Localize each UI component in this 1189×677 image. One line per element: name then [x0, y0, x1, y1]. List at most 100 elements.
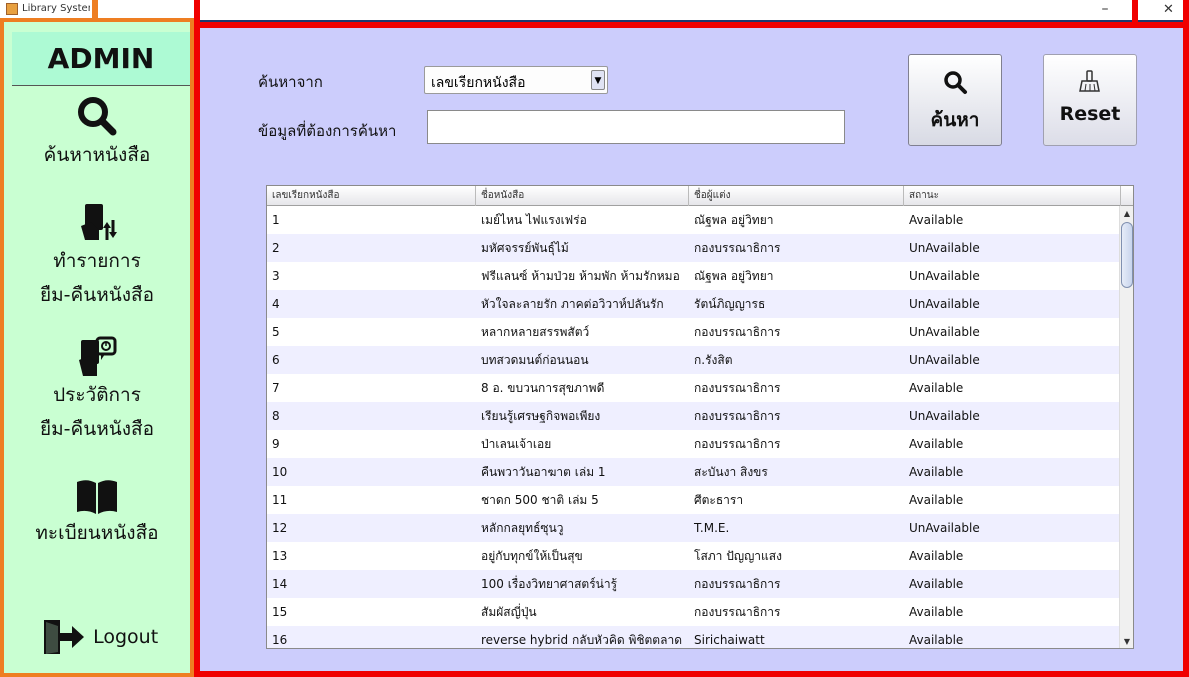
cell-status: Available: [909, 213, 964, 227]
cell-call-number: 1: [272, 213, 280, 227]
close-button[interactable]: ✕: [1148, 0, 1189, 20]
search-field-select[interactable]: เลขเรียกหนังสือ ▼: [424, 66, 608, 94]
table-row[interactable]: 2 มหัศจรรย์พันธุ์ไม้ กองบรรณาธิการ UnAvaila…: [267, 234, 1119, 262]
reset-button[interactable]: Reset: [1043, 54, 1137, 146]
column-header-call-number[interactable]: เลขเรียกหนังสือ: [267, 186, 476, 206]
table-row[interactable]: 5 หลากหลายสรรพสัตว์ กองบรรณาธิการ UnAvailab…: [267, 318, 1119, 346]
cell-title: สัมผัสญี่ปุ่น: [481, 605, 537, 619]
cell-author: สะบันงา สิงขร: [694, 465, 768, 479]
table-row[interactable]: 4 หัวใจละลายรัก ภาคต่อวิวาห์ปลันรัก รัตน์ภ…: [267, 290, 1119, 318]
sidebar-frame-stem: [92, 0, 98, 18]
cell-title: หลักกลยุทธ์ซุนวู: [481, 521, 564, 535]
sidebar-item-search-books[interactable]: ค้นหาหนังสือ: [8, 94, 186, 172]
cell-status: Available: [909, 549, 964, 563]
table-row[interactable]: 3 ฟรีแลนซ์ ห้ามป่วย ห้ามพัก ห้ามรักหมอ ณัฐ…: [267, 262, 1119, 290]
logout-label: Logout: [93, 626, 159, 648]
cell-author: กองบรรณาธิการ: [694, 577, 781, 591]
cell-call-number: 15: [272, 605, 288, 619]
table-row[interactable]: 1 เมย์ไหน ไฟแรงเฟร่อ ณัฐพล อยู่วิทยา Availa…: [267, 206, 1119, 234]
scroll-up-icon[interactable]: ▲: [1121, 208, 1133, 220]
table-row[interactable]: 16 reverse hybrid กลับหัวคิด พิชิตตลาด Sir…: [267, 626, 1119, 648]
cell-title: reverse hybrid กลับหัวคิด พิชิตตลาด: [481, 633, 682, 647]
cell-status: Available: [909, 493, 964, 507]
cell-call-number: 9: [272, 437, 280, 451]
table-row[interactable]: 13 อยู่กับทุกข์ให้เป็นสุข โสภา ปัญญาแสง Ava…: [267, 542, 1119, 570]
cell-title: อยู่กับทุกข์ให้เป็นสุข: [481, 549, 583, 563]
sidebar-item-label-line2: ยืม-คืนหนังสือ: [39, 418, 154, 440]
cell-author: ศีตะธารา: [694, 493, 744, 507]
cell-call-number: 11: [272, 493, 288, 507]
open-book-icon: [77, 480, 117, 514]
cell-title: เรียนรู้เศรษฐกิจพอเพียง: [481, 409, 601, 423]
minimize-button[interactable]: –: [1090, 0, 1120, 20]
content-panel: ค้นหาจาก เลขเรียกหนังสือ ▼ ข้อมูลที่ต้อง…: [200, 28, 1183, 671]
cell-author: กองบรรณาธิการ: [694, 241, 781, 255]
table-row[interactable]: 10 คืนพวาวันอาฆาต เล่ม 1 สะบันงา สิงขร Avai…: [267, 458, 1119, 486]
cell-call-number: 12: [272, 521, 288, 535]
table-body: 1 เมย์ไหน ไฟแรงเฟร่อ ณัฐพล อยู่วิทยา Availa…: [267, 206, 1119, 648]
scroll-thumb[interactable]: [1121, 222, 1133, 288]
broom-icon: [1079, 70, 1100, 92]
cell-call-number: 10: [272, 465, 288, 479]
table-row[interactable]: 7 8 อ. ขบวนการสุขภาพดี กองบรรณาธิการ Availa…: [267, 374, 1119, 402]
cell-author: โสภา ปัญญาแสง: [694, 549, 782, 563]
table-row[interactable]: 9 ป่าเลนเจ้าเอย กองบรรณาธิการ Available: [267, 430, 1119, 458]
cell-author: รัตน์ภิญญารธ: [694, 297, 766, 311]
book-transfer-icon: [81, 204, 117, 240]
cell-author: ณัฐพล อยู่วิทยา: [694, 213, 774, 227]
table-row[interactable]: 6 บทสวดมนต์ก่อนนอน ก.รังสิต UnAvailable: [267, 346, 1119, 374]
logout-button[interactable]: Logout: [8, 618, 186, 656]
search-icon: [944, 71, 967, 94]
sidebar-item-label: ทะเบียนหนังสือ: [35, 522, 159, 544]
cell-title: 8 อ. ขบวนการสุขภาพดี: [481, 381, 605, 395]
window-titlebar: Library System – ✕: [0, 0, 1189, 20]
admin-title: ADMIN: [47, 42, 155, 75]
cell-author: กองบรรณาธิการ: [694, 605, 781, 619]
cell-status: UnAvailable: [909, 269, 980, 283]
cell-status: Available: [909, 605, 964, 619]
sidebar-item-borrow-history[interactable]: ประวัติการ ยืม-คืนหนังสือ: [8, 336, 186, 446]
table-header: เลขเรียกหนังสือ ชื่อหนังสือ ชื่อผู้แต่ง …: [267, 186, 1133, 206]
cell-author: ก.รังสิต: [694, 353, 733, 367]
app-icon: [6, 3, 18, 15]
cell-author: T.M.E.: [694, 521, 730, 535]
keyword-label: ข้อมูลที่ต้องการค้นหา: [258, 122, 397, 140]
cell-status: Available: [909, 465, 964, 479]
keyword-input[interactable]: [427, 110, 845, 144]
cell-status: UnAvailable: [909, 241, 980, 255]
sidebar-item-label-line1: ประวัติการ: [53, 384, 141, 406]
column-header-status[interactable]: สถานะ: [904, 186, 1121, 206]
table-scrollbar[interactable]: ▲ ▼: [1119, 206, 1133, 648]
chevron-down-icon[interactable]: ▼: [591, 70, 605, 90]
sidebar-item-borrow-return[interactable]: ทำรายการ ยืม-คืนหนังสือ: [8, 202, 186, 312]
sidebar-item-book-registry[interactable]: ทะเบียนหนังสือ: [8, 478, 186, 550]
cell-author: กองบรรณาธิการ: [694, 381, 781, 395]
table-row[interactable]: 15 สัมผัสญี่ปุ่น กองบรรณาธิการ Available: [267, 598, 1119, 626]
sidebar-header: ADMIN: [12, 32, 190, 86]
cell-status: UnAvailable: [909, 409, 980, 423]
cell-status: UnAvailable: [909, 521, 980, 535]
cell-author: กองบรรณาธิการ: [694, 437, 781, 451]
cell-title: ฟรีแลนซ์ ห้ามป่วย ห้ามพัก ห้ามรักหมอ: [481, 269, 680, 283]
column-header-title[interactable]: ชื่อหนังสือ: [476, 186, 689, 206]
column-header-author[interactable]: ชื่อผู้แต่ง: [689, 186, 904, 206]
cell-status: UnAvailable: [909, 325, 980, 339]
cell-status: UnAvailable: [909, 297, 980, 311]
table-row[interactable]: 12 หลักกลยุทธ์ซุนวู T.M.E. UnAvailable: [267, 514, 1119, 542]
search-field-label: ค้นหาจาก: [258, 73, 323, 91]
cell-call-number: 6: [272, 353, 280, 367]
scroll-down-icon[interactable]: ▼: [1121, 636, 1133, 648]
cell-call-number: 3: [272, 269, 280, 283]
books-table: เลขเรียกหนังสือ ชื่อหนังสือ ชื่อผู้แต่ง …: [266, 185, 1134, 649]
cell-title: คืนพวาวันอาฆาต เล่ม 1: [481, 465, 606, 479]
search-icon: [78, 97, 117, 136]
search-button[interactable]: ค้นหา: [908, 54, 1002, 146]
table-row[interactable]: 11 ชาดก 500 ชาติ เล่ม 5 ศีตะธารา Available: [267, 486, 1119, 514]
cell-status: Available: [909, 437, 964, 451]
table-row[interactable]: 14 100 เรื่องวิทยาศาสตร์น่ารู้ กองบรรณาธิก…: [267, 570, 1119, 598]
cell-call-number: 13: [272, 549, 288, 563]
cell-author: Sirichaiwatt: [694, 633, 765, 647]
window-title: Library System: [22, 3, 90, 14]
table-row[interactable]: 8 เรียนรู้เศรษฐกิจพอเพียง กองบรรณาธิการ UnA…: [267, 402, 1119, 430]
search-field-value: เลขเรียกหนังสือ: [431, 75, 526, 91]
